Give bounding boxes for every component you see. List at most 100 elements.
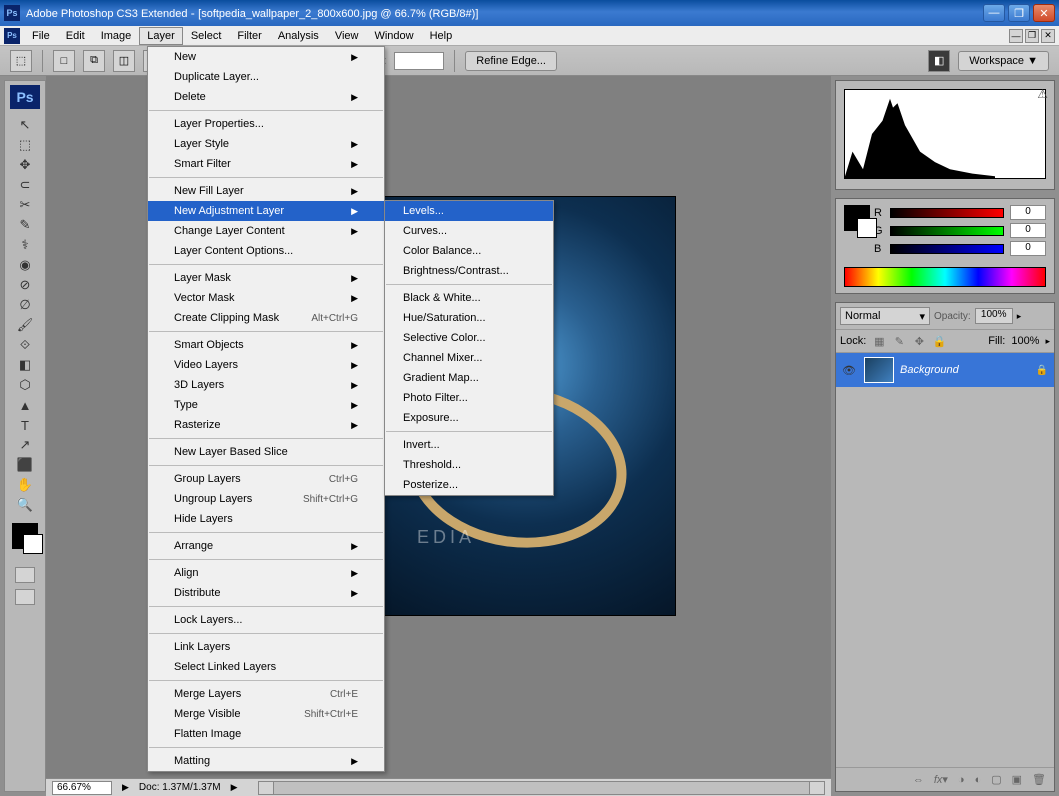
menu-item[interactable]: Create Clipping MaskAlt+Ctrl+G <box>148 308 384 328</box>
new-layer-icon[interactable]: ▣ <box>1012 773 1022 786</box>
histogram-chart[interactable] <box>844 89 1046 179</box>
menu-item[interactable]: Flatten Image <box>148 724 384 744</box>
tool-19[interactable]: 🔍 <box>13 495 37 515</box>
tool-9[interactable]: ∅ <box>13 295 37 315</box>
tool-4[interactable]: ✂ <box>13 195 37 215</box>
status-menu-icon[interactable]: ▶ <box>231 782 238 793</box>
tool-10[interactable]: 🖌 <box>13 315 37 335</box>
submenu-item[interactable]: Black & White... <box>385 288 553 308</box>
tool-13[interactable]: ⬡ <box>13 375 37 395</box>
color-value-b[interactable]: 0 <box>1010 241 1046 256</box>
tool-1[interactable]: ⬚ <box>13 135 37 155</box>
delete-icon[interactable]: 🗑 <box>1032 773 1046 786</box>
menu-item[interactable]: Layer Mask▶ <box>148 268 384 288</box>
menu-view[interactable]: View <box>327 27 367 45</box>
folder-icon[interactable]: ▢ <box>991 773 1001 786</box>
color-spectrum[interactable] <box>844 267 1046 287</box>
tool-11[interactable]: ⟐ <box>13 335 37 355</box>
menu-analysis[interactable]: Analysis <box>270 27 327 45</box>
lock-move-icon[interactable]: ✥ <box>912 334 926 348</box>
color-swatches[interactable] <box>12 523 38 549</box>
menu-item[interactable]: Layer Properties... <box>148 114 384 134</box>
color-slider-b[interactable] <box>890 244 1004 254</box>
color-value-g[interactable]: 0 <box>1010 223 1046 238</box>
link-icon[interactable]: ⇔ <box>913 774 924 786</box>
workspace-icon[interactable]: ◧ <box>928 50 950 72</box>
tool-8[interactable]: ⊘ <box>13 275 37 295</box>
menu-item[interactable]: Arrange▶ <box>148 536 384 556</box>
menu-item[interactable]: Layer Style▶ <box>148 134 384 154</box>
tool-0[interactable]: ↖ <box>13 115 37 135</box>
menu-item[interactable]: Vector Mask▶ <box>148 288 384 308</box>
color-value-r[interactable]: 0 <box>1010 205 1046 220</box>
menu-item[interactable]: Hide Layers <box>148 509 384 529</box>
menu-item[interactable]: New Fill Layer▶ <box>148 181 384 201</box>
submenu-item[interactable]: Gradient Map... <box>385 368 553 388</box>
tool-15[interactable]: T <box>13 415 37 435</box>
close-button[interactable]: ✕ <box>1033 4 1055 22</box>
screenmode-button[interactable] <box>15 589 35 605</box>
submenu-item[interactable]: Exposure... <box>385 408 553 428</box>
menu-item[interactable]: Ungroup LayersShift+Ctrl+G <box>148 489 384 509</box>
menu-window[interactable]: Window <box>366 27 421 45</box>
histogram-warning-icon[interactable]: ⚠ <box>1037 87 1048 101</box>
opacity-input[interactable]: 100% <box>975 308 1013 324</box>
tool-17[interactable]: ⬛ <box>13 455 37 475</box>
tool-7[interactable]: ◉ <box>13 255 37 275</box>
menu-item[interactable]: Merge VisibleShift+Ctrl+E <box>148 704 384 724</box>
adjustment-icon[interactable]: ◐ <box>975 774 982 786</box>
submenu-item[interactable]: Posterize... <box>385 475 553 495</box>
mask-icon[interactable]: ◑ <box>958 774 965 786</box>
submenu-item[interactable]: Color Balance... <box>385 241 553 261</box>
submenu-item[interactable]: Levels... <box>385 201 553 221</box>
menu-item[interactable]: Smart Filter▶ <box>148 154 384 174</box>
submenu-item[interactable]: Selective Color... <box>385 328 553 348</box>
visibility-icon[interactable]: 👁 <box>842 364 858 377</box>
lock-paint-icon[interactable]: ✎ <box>892 334 906 348</box>
tool-12[interactable]: ◧ <box>13 355 37 375</box>
fx-icon[interactable]: fx▾ <box>934 773 948 786</box>
lock-all-icon[interactable]: 🔒 <box>932 334 946 348</box>
menu-item[interactable]: Duplicate Layer... <box>148 67 384 87</box>
submenu-item[interactable]: Invert... <box>385 435 553 455</box>
menu-edit[interactable]: Edit <box>58 27 93 45</box>
status-arrow-icon[interactable]: ▶ <box>122 782 129 793</box>
color-slider-r[interactable] <box>890 208 1004 218</box>
workspace-button[interactable]: Workspace ▼ <box>958 51 1049 71</box>
selection-new-icon[interactable]: □ <box>53 50 75 72</box>
tool-3[interactable]: ⊂ <box>13 175 37 195</box>
tool-18[interactable]: ✋ <box>13 475 37 495</box>
menu-item[interactable]: Group LayersCtrl+G <box>148 469 384 489</box>
menu-select[interactable]: Select <box>183 27 230 45</box>
height-input[interactable] <box>394 52 444 70</box>
zoom-input[interactable]: 66.67% <box>52 781 112 795</box>
fill-input[interactable]: 100% <box>1011 335 1039 347</box>
menu-item[interactable]: Layer Content Options... <box>148 241 384 261</box>
tool-14[interactable]: ▲ <box>13 395 37 415</box>
color-slider-g[interactable] <box>890 226 1004 236</box>
menu-image[interactable]: Image <box>93 27 140 45</box>
menu-layer[interactable]: Layer <box>139 27 183 45</box>
blend-mode-dropdown[interactable]: Normal▾ <box>840 307 930 325</box>
tool-16[interactable]: ↗ <box>13 435 37 455</box>
menu-item[interactable]: New Layer Based Slice <box>148 442 384 462</box>
selection-subtract-icon[interactable]: ◫ <box>113 50 135 72</box>
menu-item[interactable]: 3D Layers▶ <box>148 375 384 395</box>
menu-item[interactable]: Link Layers <box>148 637 384 657</box>
menu-item[interactable]: Merge LayersCtrl+E <box>148 684 384 704</box>
menu-item[interactable]: Distribute▶ <box>148 583 384 603</box>
menu-item[interactable]: Delete▶ <box>148 87 384 107</box>
minimize-button[interactable]: — <box>983 4 1005 22</box>
menu-item[interactable]: Lock Layers... <box>148 610 384 630</box>
menu-item[interactable]: New▶ <box>148 47 384 67</box>
submenu-item[interactable]: Photo Filter... <box>385 388 553 408</box>
selection-add-icon[interactable]: ⧉ <box>83 50 105 72</box>
lock-transparent-icon[interactable]: ▦ <box>872 334 886 348</box>
menu-item[interactable]: Align▶ <box>148 563 384 583</box>
tool-2[interactable]: ✥ <box>13 155 37 175</box>
color-swatch[interactable] <box>844 205 870 231</box>
menu-item[interactable]: Rasterize▶ <box>148 415 384 435</box>
quickmask-button[interactable] <box>15 567 35 583</box>
doc-restore-button[interactable]: ❐ <box>1025 29 1039 43</box>
doc-close-button[interactable]: ✕ <box>1041 29 1055 43</box>
